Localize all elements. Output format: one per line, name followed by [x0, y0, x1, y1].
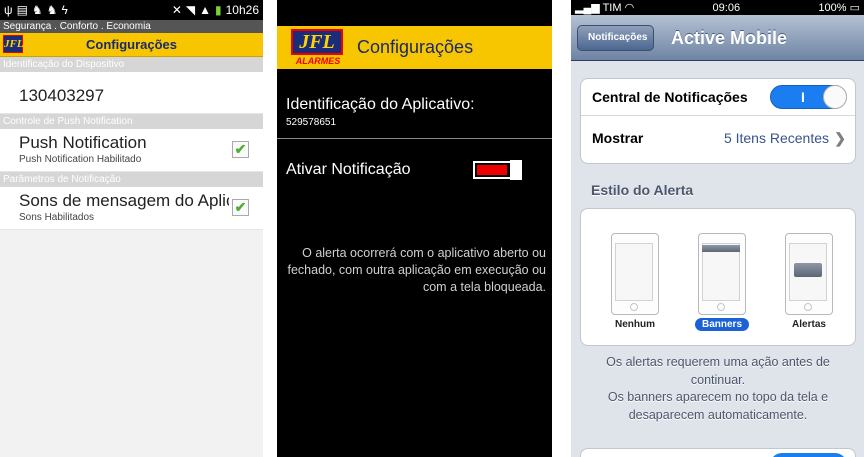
switch-knob	[823, 85, 847, 109]
windows-phone-screen: JFL ALARMES Configurações Identificação …	[277, 0, 552, 457]
usb-icon: ψ	[4, 3, 13, 17]
cell-label: Central de Notificações	[592, 89, 748, 105]
alert-style-footer: Os alertas requerem uma ação antes de co…	[581, 354, 855, 424]
wifi-icon: ◠	[621, 2, 635, 14]
pref-title: Sons de mensagem do Aplicativo	[19, 191, 229, 210]
app-notification-icon: ♞	[46, 3, 58, 17]
logo-subtext: ALARMES	[295, 56, 341, 66]
option-label-none[interactable]: Nenhum	[609, 319, 661, 330]
signal-icon: ▂▄▆	[575, 2, 603, 14]
android-status-bar: ψ ▤ ♞ ♞ ϟ ✕ ◥ ▲ ▮ 10h26	[0, 0, 263, 20]
alert-dialog-icon	[794, 263, 822, 277]
wp-status-area	[277, 0, 552, 26]
next-settings-group	[580, 448, 856, 457]
push-checkbox[interactable]: ✔	[232, 141, 249, 158]
ios-status-bar: ▂▄▆ TIM ◠ 09:06 100% ▭	[571, 0, 864, 15]
clock: 10h26	[225, 3, 259, 17]
footer-banners-text: Os banners aparecem no topo da tela e de…	[607, 390, 829, 422]
notification-icons: ψ ▤ ♞ ♞ ϟ	[4, 3, 68, 17]
description-text: O alerta ocorrerá com o aplicativo abert…	[287, 246, 547, 294]
nav-title: Active Mobile	[671, 28, 788, 48]
back-button[interactable]: Notificações	[577, 25, 655, 51]
mute-icon: ✕	[171, 3, 182, 17]
section-header-push: Controle de Push Notification	[0, 114, 263, 129]
carrier: ▂▄▆ TIM ◠	[575, 2, 635, 14]
device-id-row[interactable]: 130403297	[0, 72, 263, 114]
title-bar: JFL Configurações	[0, 33, 263, 57]
home-button-icon	[717, 303, 725, 311]
app-id-label: Identificação do Aplicativo:	[286, 96, 475, 113]
jfl-logo: JFL	[3, 35, 24, 53]
app-notification-icon: ♞	[31, 3, 43, 17]
ios-screen: ▂▄▆ TIM ◠ 09:06 100% ▭ Notificações Acti…	[571, 0, 864, 457]
battery: 100% ▭	[818, 2, 860, 14]
wp-title-bar: JFL ALARMES Configurações	[277, 26, 552, 69]
battery-icon: ▭	[846, 2, 860, 14]
toggle-label: Ativar Notificação	[286, 161, 411, 178]
notification-toggle-row: Ativar Notificação	[277, 139, 552, 183]
partial-switch[interactable]	[770, 453, 847, 457]
notification-center-cell: Central de Notificações I	[581, 79, 855, 115]
sounds-pref[interactable]: Sons de mensagem do Aplicativo Sons Habi…	[0, 187, 263, 230]
option-none[interactable]	[611, 233, 659, 315]
bolt-icon: ϟ	[61, 3, 68, 17]
page-title: Configurações	[85, 37, 177, 52]
logo-mark: JFL	[291, 29, 343, 55]
banner-icon	[702, 245, 740, 252]
navigation-bar: Notificações Active Mobile	[571, 15, 864, 61]
home-button-icon	[804, 303, 812, 311]
android-screen: ψ ▤ ♞ ♞ ϟ ✕ ◥ ▲ ▮ 10h26 Segurança . Conf…	[0, 0, 263, 457]
footer-alerts-text: Os alertas requerem uma ação antes de co…	[606, 355, 830, 387]
option-banners[interactable]	[698, 233, 746, 315]
page-title: Configurações	[357, 37, 474, 57]
option-alerts[interactable]	[785, 233, 833, 315]
toggle-fill	[477, 165, 507, 175]
sd-card-icon: ▤	[16, 3, 28, 17]
tagline: Segurança . Conforto . Economia	[0, 20, 263, 33]
system-icons: ✕ ◥ ▲ ▮ 10h26	[172, 3, 259, 17]
screenshot-collage: ψ ▤ ♞ ♞ ϟ ✕ ◥ ▲ ▮ 10h26 Segurança . Conf…	[0, 0, 864, 457]
notification-center-switch[interactable]: I	[770, 85, 847, 109]
notification-toggle-switch[interactable]	[473, 160, 522, 180]
clock: 09:06	[712, 1, 741, 14]
alert-style-group: Nenhum Banners Alertas	[580, 208, 856, 346]
settings-group: Central de Notificações I Mostrar 5 Iten…	[580, 78, 856, 164]
app-id-value: 529578651	[286, 117, 337, 128]
pref-title: Push Notification	[19, 133, 147, 152]
push-notification-pref[interactable]: Push Notification Push Notification Habi…	[0, 129, 263, 172]
sounds-checkbox[interactable]: ✔	[232, 199, 249, 216]
home-button-icon	[630, 303, 638, 311]
option-label-alerts[interactable]: Alertas	[783, 319, 835, 330]
pref-summary: Sons Habilitados	[19, 212, 95, 223]
section-header-device: Identificação do Dispositivo	[0, 57, 263, 72]
section-header-params: Parâmetros de Notificação	[0, 172, 263, 187]
chevron-right-icon: ❯	[834, 130, 846, 146]
battery-icon: ▮	[215, 3, 222, 17]
wifi-icon: ◥	[185, 3, 196, 17]
switch-on-mark: I	[801, 89, 805, 105]
cell-value: 5 Itens Recentes	[723, 130, 829, 146]
jfl-alarmes-logo: JFL ALARMES	[287, 29, 349, 66]
option-label-banners[interactable]: Banners	[687, 318, 757, 331]
pref-summary: Push Notification Habilitado	[19, 154, 142, 165]
signal-icon: ▲	[199, 3, 212, 17]
toggle-knob[interactable]	[510, 160, 522, 180]
selected-pill: Banners	[694, 318, 749, 331]
phone-screen	[615, 243, 653, 301]
alert-style-header: Estilo do Alerta	[591, 182, 694, 198]
show-cell[interactable]: Mostrar 5 Itens Recentes ❯	[581, 115, 855, 163]
cell-label: Mostrar	[592, 130, 644, 146]
